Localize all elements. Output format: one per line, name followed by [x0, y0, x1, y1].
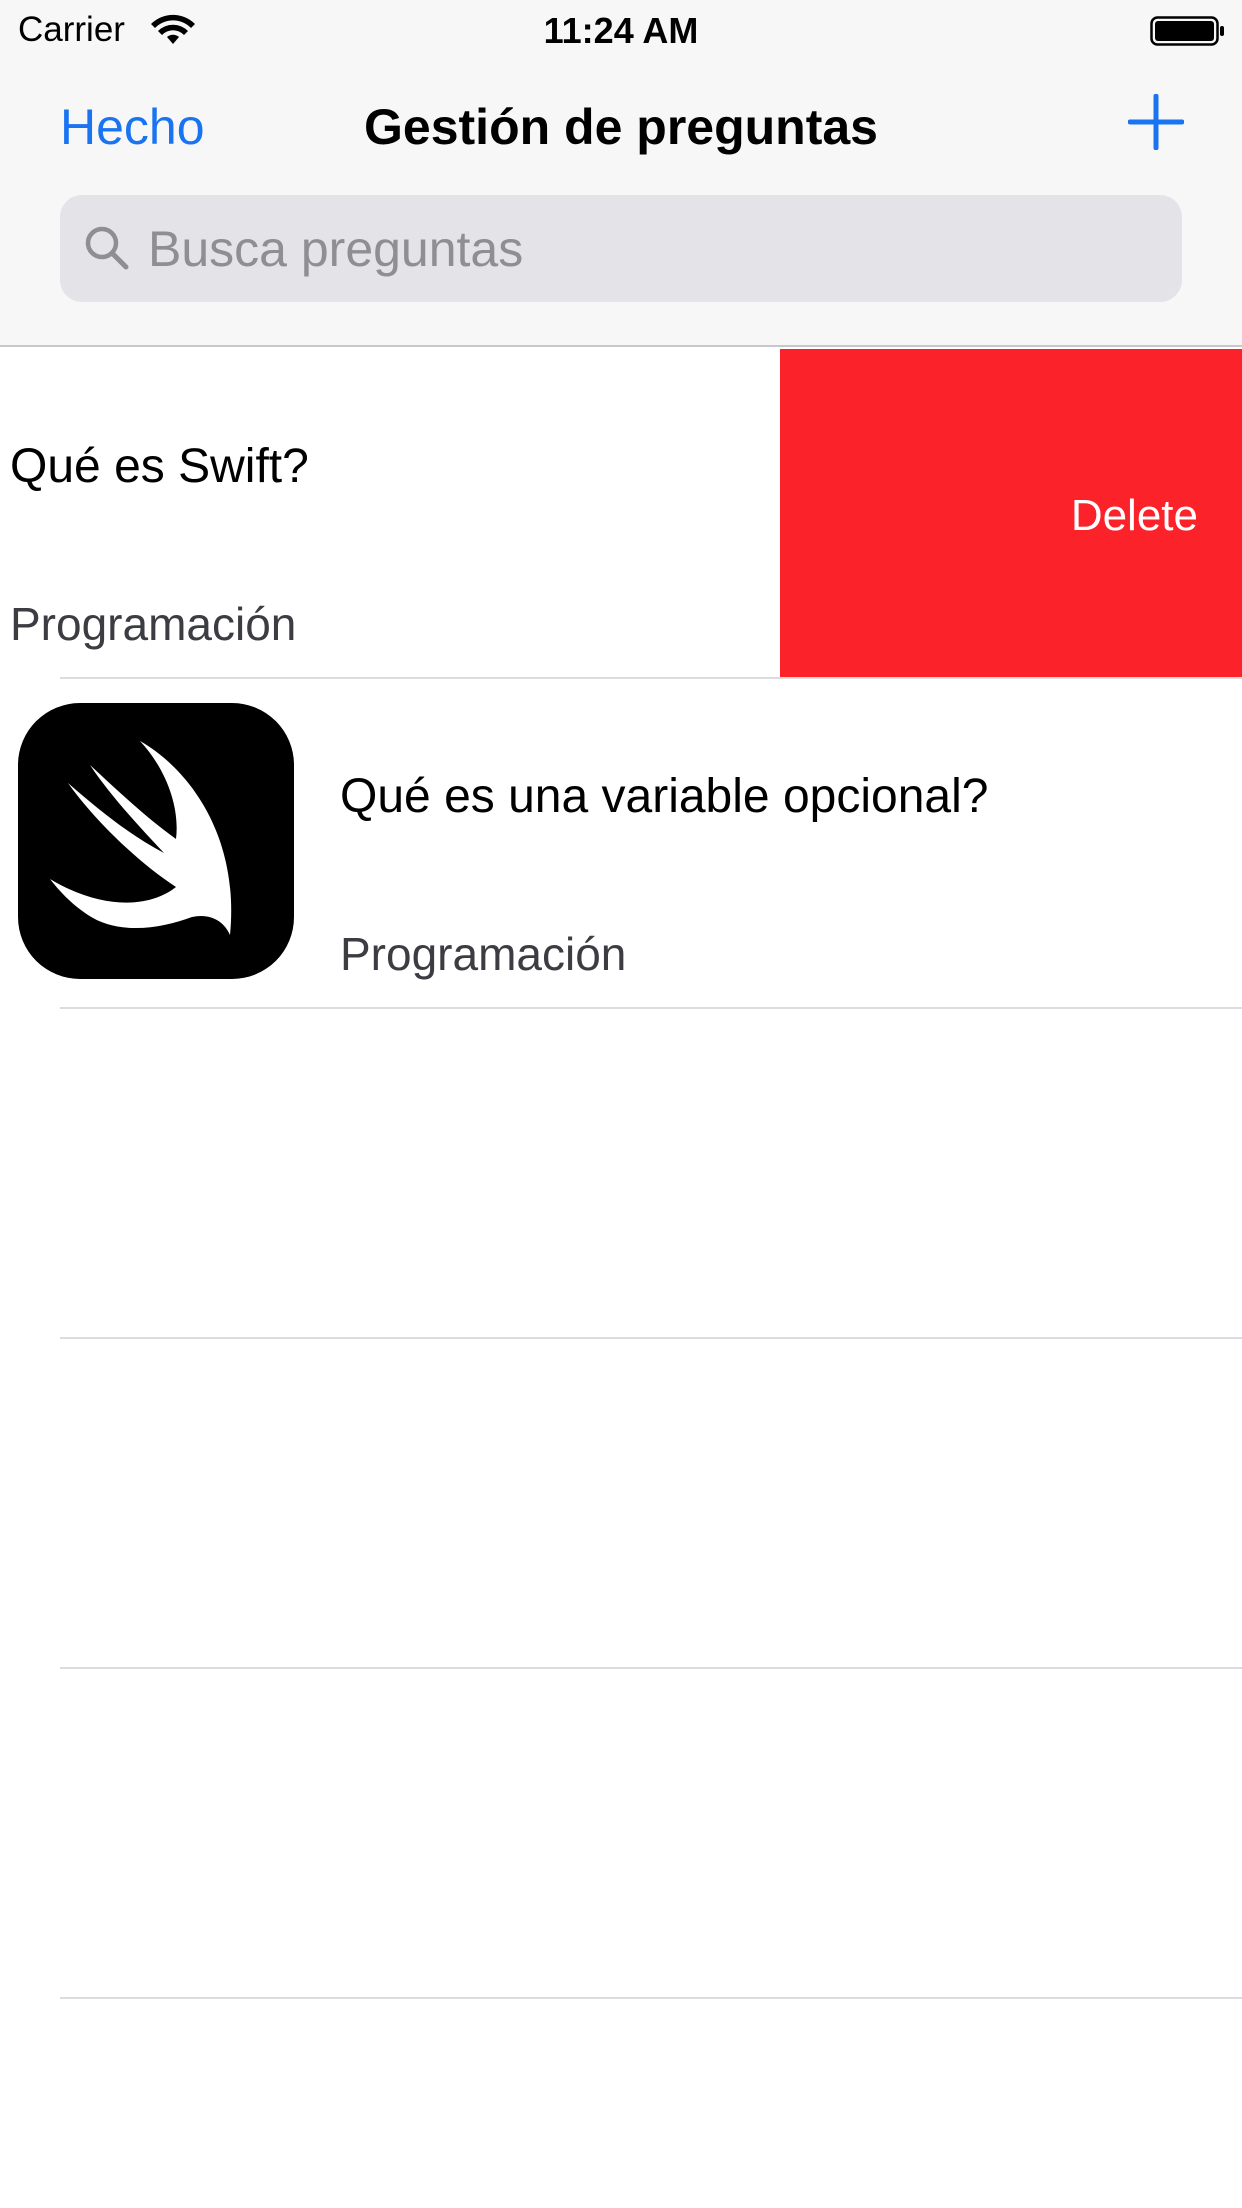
- page-title: Gestión de preguntas: [364, 99, 878, 155]
- status-time: 11:24 AM: [543, 10, 699, 51]
- row-separator: [60, 1997, 1242, 1999]
- swift-logo-icon: [18, 703, 294, 979]
- question-category: Programación: [340, 928, 627, 980]
- delete-button[interactable]: Delete: [780, 349, 1242, 679]
- row-content[interactable]: Qué es una variable opcional? Programaci…: [0, 679, 1242, 1009]
- status-bar: Carrier 11:24 AM: [0, 0, 1242, 62]
- question-category: Programación: [10, 598, 297, 650]
- search-bar[interactable]: [60, 195, 1182, 302]
- table-row[interactable]: Qué es una variable opcional? Programaci…: [0, 679, 1242, 1009]
- row-separator: [60, 1007, 1242, 1009]
- row-content[interactable]: Qué es Swift? Programación: [0, 349, 912, 679]
- row-separator: [60, 1337, 1242, 1339]
- row-separator: [60, 1667, 1242, 1669]
- top-bar: Carrier 11:24 AM Hecho Gestión de pregun…: [0, 0, 1242, 347]
- search-input[interactable]: [148, 195, 1148, 302]
- battery-icon: [1150, 14, 1226, 48]
- search-icon: [82, 223, 132, 273]
- plus-icon[interactable]: [1127, 93, 1185, 151]
- table-row[interactable]: Qué es Swift? Programación Delete: [0, 349, 1242, 679]
- question-title: Qué es una variable opcional?: [340, 770, 989, 823]
- question-title: Qué es Swift?: [10, 440, 309, 493]
- navigation-bar: Hecho Gestión de preguntas: [0, 84, 1242, 168]
- delete-label: Delete: [1070, 491, 1198, 540]
